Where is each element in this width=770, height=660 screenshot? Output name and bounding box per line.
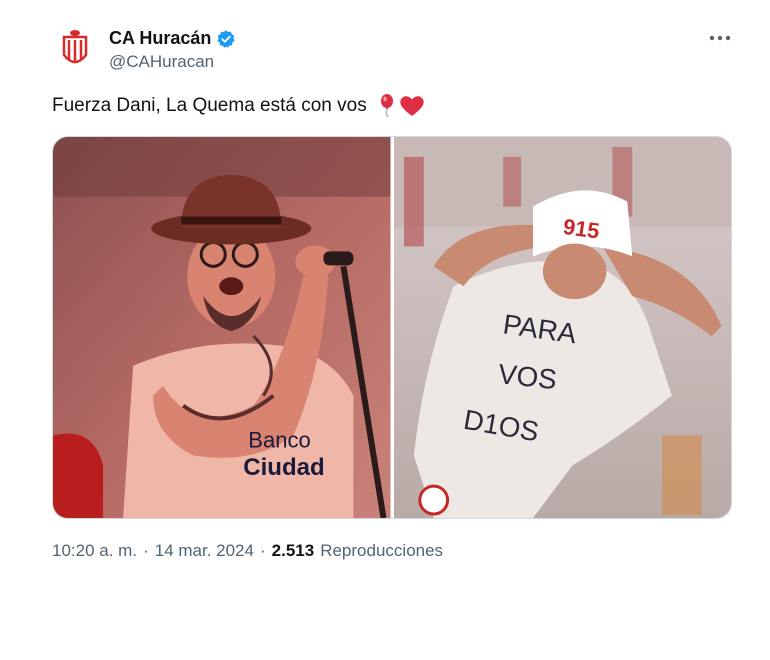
meta-separator: ·	[143, 541, 149, 560]
meta-separator: ·	[259, 541, 266, 560]
media-grid: Banco Ciudad 915 PARA VOS D1OS	[52, 136, 732, 519]
avatar[interactable]	[52, 26, 98, 72]
author-name[interactable]: CA Huracán	[109, 28, 211, 49]
tweet-time[interactable]: 10:20 a. m.	[52, 541, 137, 561]
tweet-date[interactable]: 14 mar. 2024	[155, 541, 254, 561]
tweet-card: CA Huracán @CAHuracan Fuerza Dani, La Qu…	[0, 0, 770, 660]
huracan-crest-icon	[62, 30, 88, 64]
more-options-button[interactable]	[706, 28, 734, 48]
shirt-text-banco: Banco	[248, 427, 310, 452]
author-handle[interactable]: @CAHuracan	[109, 52, 214, 72]
views-count: 2.513	[271, 541, 315, 560]
more-dots-icon	[709, 35, 731, 41]
svg-text:915: 915	[561, 214, 601, 244]
tweet-meta: 10:20 a. m. · 14 mar. 2024 · 2.513 Repro…	[52, 541, 443, 561]
photo-footballer[interactable]: 915 PARA VOS D1OS	[393, 137, 731, 518]
emoji-group	[379, 94, 425, 118]
singer-image: Banco Ciudad	[53, 137, 391, 518]
views-label: Reproducciones	[320, 541, 444, 560]
red-heart-icon	[400, 96, 424, 116]
balloon-icon	[380, 94, 393, 118]
footballer-image: 915 PARA VOS D1OS	[393, 137, 731, 518]
tweet-text-row: Fuerza Dani, La Quema está con vos	[52, 94, 425, 118]
verified-badge-icon	[217, 29, 235, 48]
photo-singer[interactable]: Banco Ciudad	[53, 137, 391, 518]
tweet-text: Fuerza Dani, La Quema está con vos	[52, 95, 367, 116]
author-name-row: CA Huracán	[109, 28, 236, 49]
shirt-word-vos: VOS	[496, 358, 558, 395]
shirt-text-ciudad: Ciudad	[243, 454, 324, 481]
